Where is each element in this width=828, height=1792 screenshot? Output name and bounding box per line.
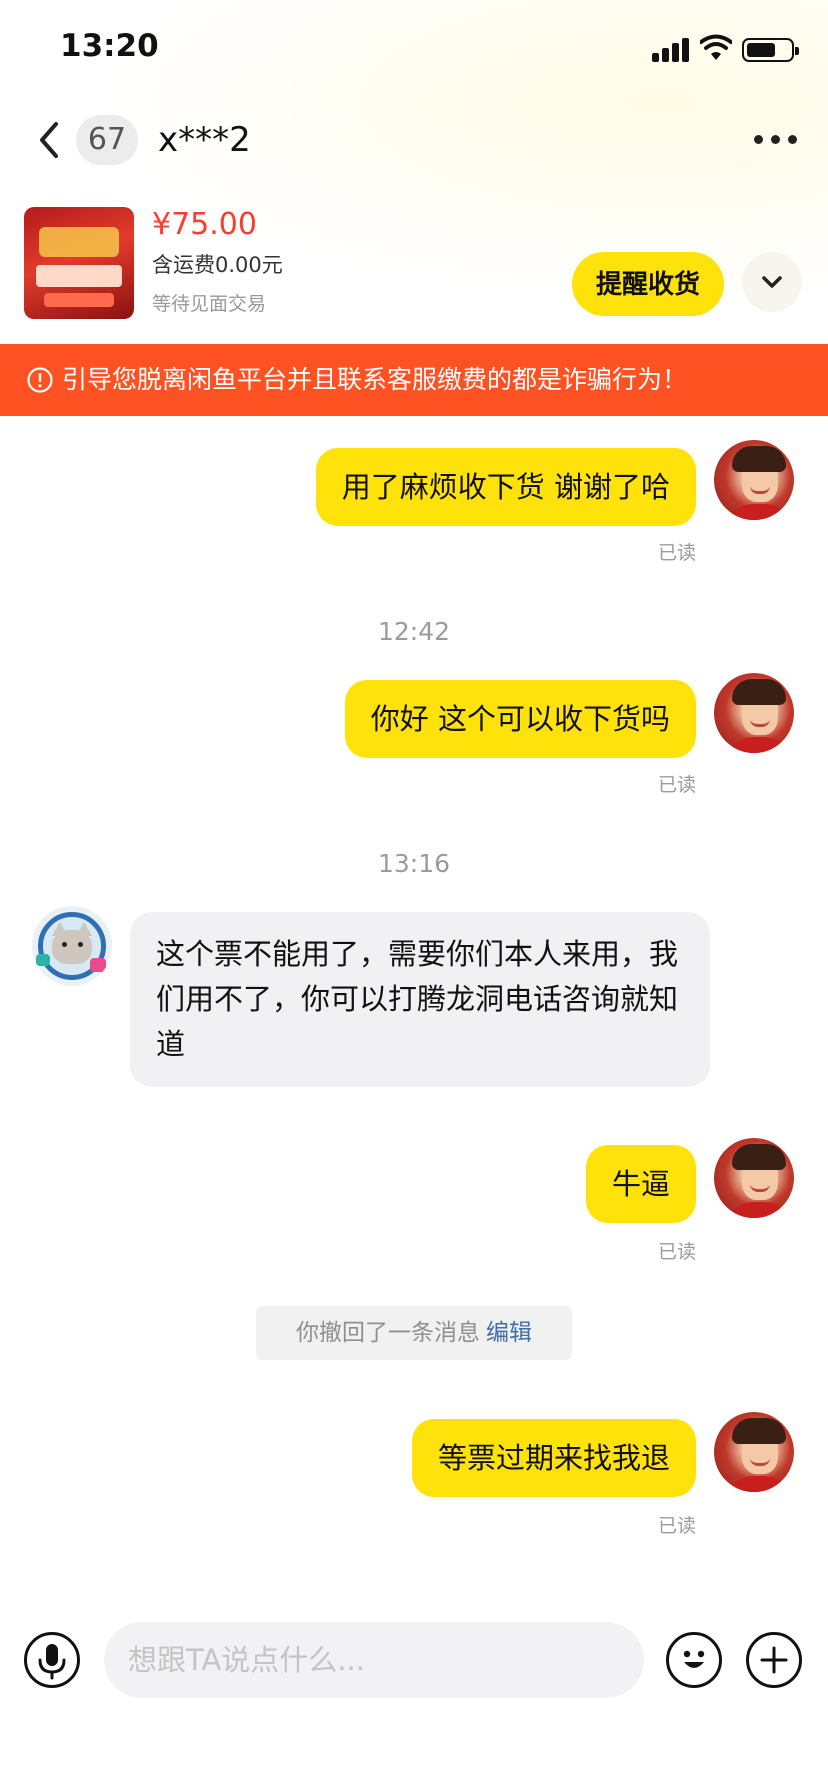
trade-status: 等待见面交易: [152, 293, 267, 315]
read-receipt: 已读: [658, 542, 697, 564]
read-receipt: 已读: [658, 1515, 697, 1537]
message-bubble-self[interactable]: 牛逼: [585, 1145, 696, 1223]
message-input[interactable]: [104, 1622, 644, 1698]
read-receipt: 已读: [658, 1241, 697, 1263]
product-thumbnail[interactable]: [24, 207, 134, 319]
remind-receipt-button[interactable]: 提醒收货: [572, 252, 724, 316]
read-receipt: 已读: [658, 774, 697, 796]
shipping-info: 含运费0.00元: [152, 253, 283, 277]
warning-text: 引导您脱离闲鱼平台并且联系客服缴费的都是诈骗行为！: [62, 365, 688, 394]
product-price: ¥75.00: [152, 207, 257, 242]
cellular-signal-icon: [652, 36, 692, 62]
message-bubble-self[interactable]: 用了麻烦收下货 谢谢了哈: [315, 448, 696, 526]
microphone-icon: [38, 1644, 66, 1680]
chat-partner-name[interactable]: x***2: [158, 117, 251, 163]
status-bar: 13:20: [0, 0, 828, 100]
time-separator: 13:16: [377, 849, 451, 878]
expand-button[interactable]: [742, 252, 802, 312]
voice-button[interactable]: [24, 1632, 80, 1688]
time-separator: 12:42: [377, 617, 451, 646]
recall-notice: 你撤回了一条消息 编辑: [256, 1306, 572, 1360]
chevron-left-icon[interactable]: [30, 118, 70, 162]
chat-header: 67 x***2: [0, 100, 828, 180]
recall-text: 你撤回了一条消息: [296, 1320, 480, 1346]
message-input-bar: [0, 1600, 828, 1720]
message-bubble-partner[interactable]: 这个票不能用了，需要你们本人来用，我们用不了，你可以打腾龙洞电话咨询就知道: [130, 912, 710, 1087]
message-bubble-self[interactable]: 你好 这个可以收下货吗: [344, 680, 696, 758]
status-time: 13:20: [60, 28, 159, 64]
wifi-icon: [700, 34, 732, 60]
self-avatar[interactable]: [714, 673, 794, 753]
product-card[interactable]: ¥75.00 含运费0.00元 等待见面交易 提醒收货: [0, 200, 828, 340]
self-avatar[interactable]: [714, 1412, 794, 1492]
partner-avatar[interactable]: [32, 906, 112, 986]
battery-icon: [742, 38, 799, 62]
self-avatar[interactable]: [714, 1138, 794, 1218]
chevron-down-icon: [762, 276, 782, 288]
emoji-icon: [683, 1650, 705, 1668]
plus-icon: [760, 1646, 788, 1674]
fraud-warning-banner: 引导您脱离闲鱼平台并且联系客服缴费的都是诈骗行为！: [0, 344, 828, 416]
message-bubble-self[interactable]: 等票过期来找我退: [411, 1419, 696, 1497]
alert-circle-icon: [27, 367, 53, 393]
more-actions-button[interactable]: [746, 1632, 802, 1688]
self-avatar[interactable]: [714, 440, 794, 520]
emoji-button[interactable]: [666, 1632, 722, 1688]
more-horizontal-icon[interactable]: [752, 132, 798, 148]
unread-count-badge[interactable]: 67: [76, 115, 138, 165]
recall-edit-link[interactable]: 编辑: [486, 1320, 532, 1346]
